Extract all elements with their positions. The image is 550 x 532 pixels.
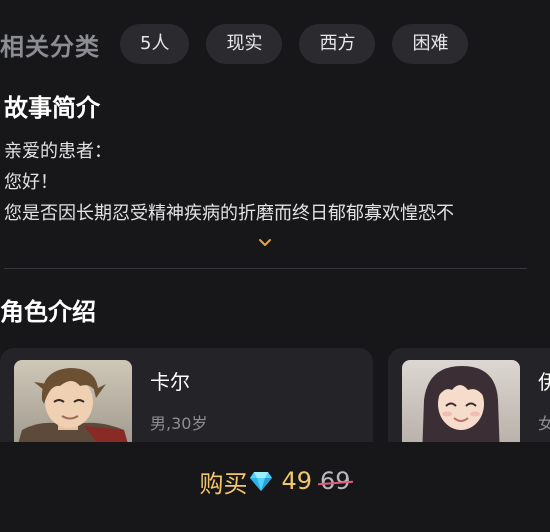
category-tag-realistic[interactable]: 现实 <box>206 24 283 64</box>
category-tag-difficulty[interactable]: 困难 <box>392 24 469 64</box>
story-text: 亲爱的患者： 您好！ 您是否因长期忍受精神疾病的折磨而终日郁郁寡欢惶恐不 <box>4 136 544 229</box>
section-divider <box>4 268 527 269</box>
character-name: 卡尔 <box>150 370 190 394</box>
current-price: 49 <box>281 467 312 495</box>
character-name: 伊 <box>538 370 550 394</box>
characters-heading: 角色介绍 <box>0 298 96 326</box>
chevron-down-icon[interactable] <box>256 236 274 250</box>
story-line: 您好！ <box>4 172 58 193</box>
story-line: 亲爱的患者： <box>4 141 112 162</box>
purchase-bar: 购买 49 69 <box>0 442 550 532</box>
diamond-icon <box>250 472 273 491</box>
original-price: 69 <box>320 467 351 495</box>
character-info: 女 <box>538 414 550 433</box>
story-heading: 故事简介 <box>4 94 100 122</box>
purchase-button[interactable]: 购买 49 69 <box>0 442 550 520</box>
category-tag-players[interactable]: 5人 <box>120 24 190 64</box>
category-row: 相关分类 5人 现实 西方 困难 <box>0 24 485 64</box>
character-info: 男,30岁 <box>150 414 208 433</box>
story-line: 您是否因长期忍受精神疾病的折磨而终日郁郁寡欢惶恐不 <box>4 203 454 224</box>
category-heading: 相关分类 <box>0 32 100 61</box>
purchase-label: 购买 <box>199 469 248 498</box>
category-tag-western[interactable]: 西方 <box>299 24 376 64</box>
